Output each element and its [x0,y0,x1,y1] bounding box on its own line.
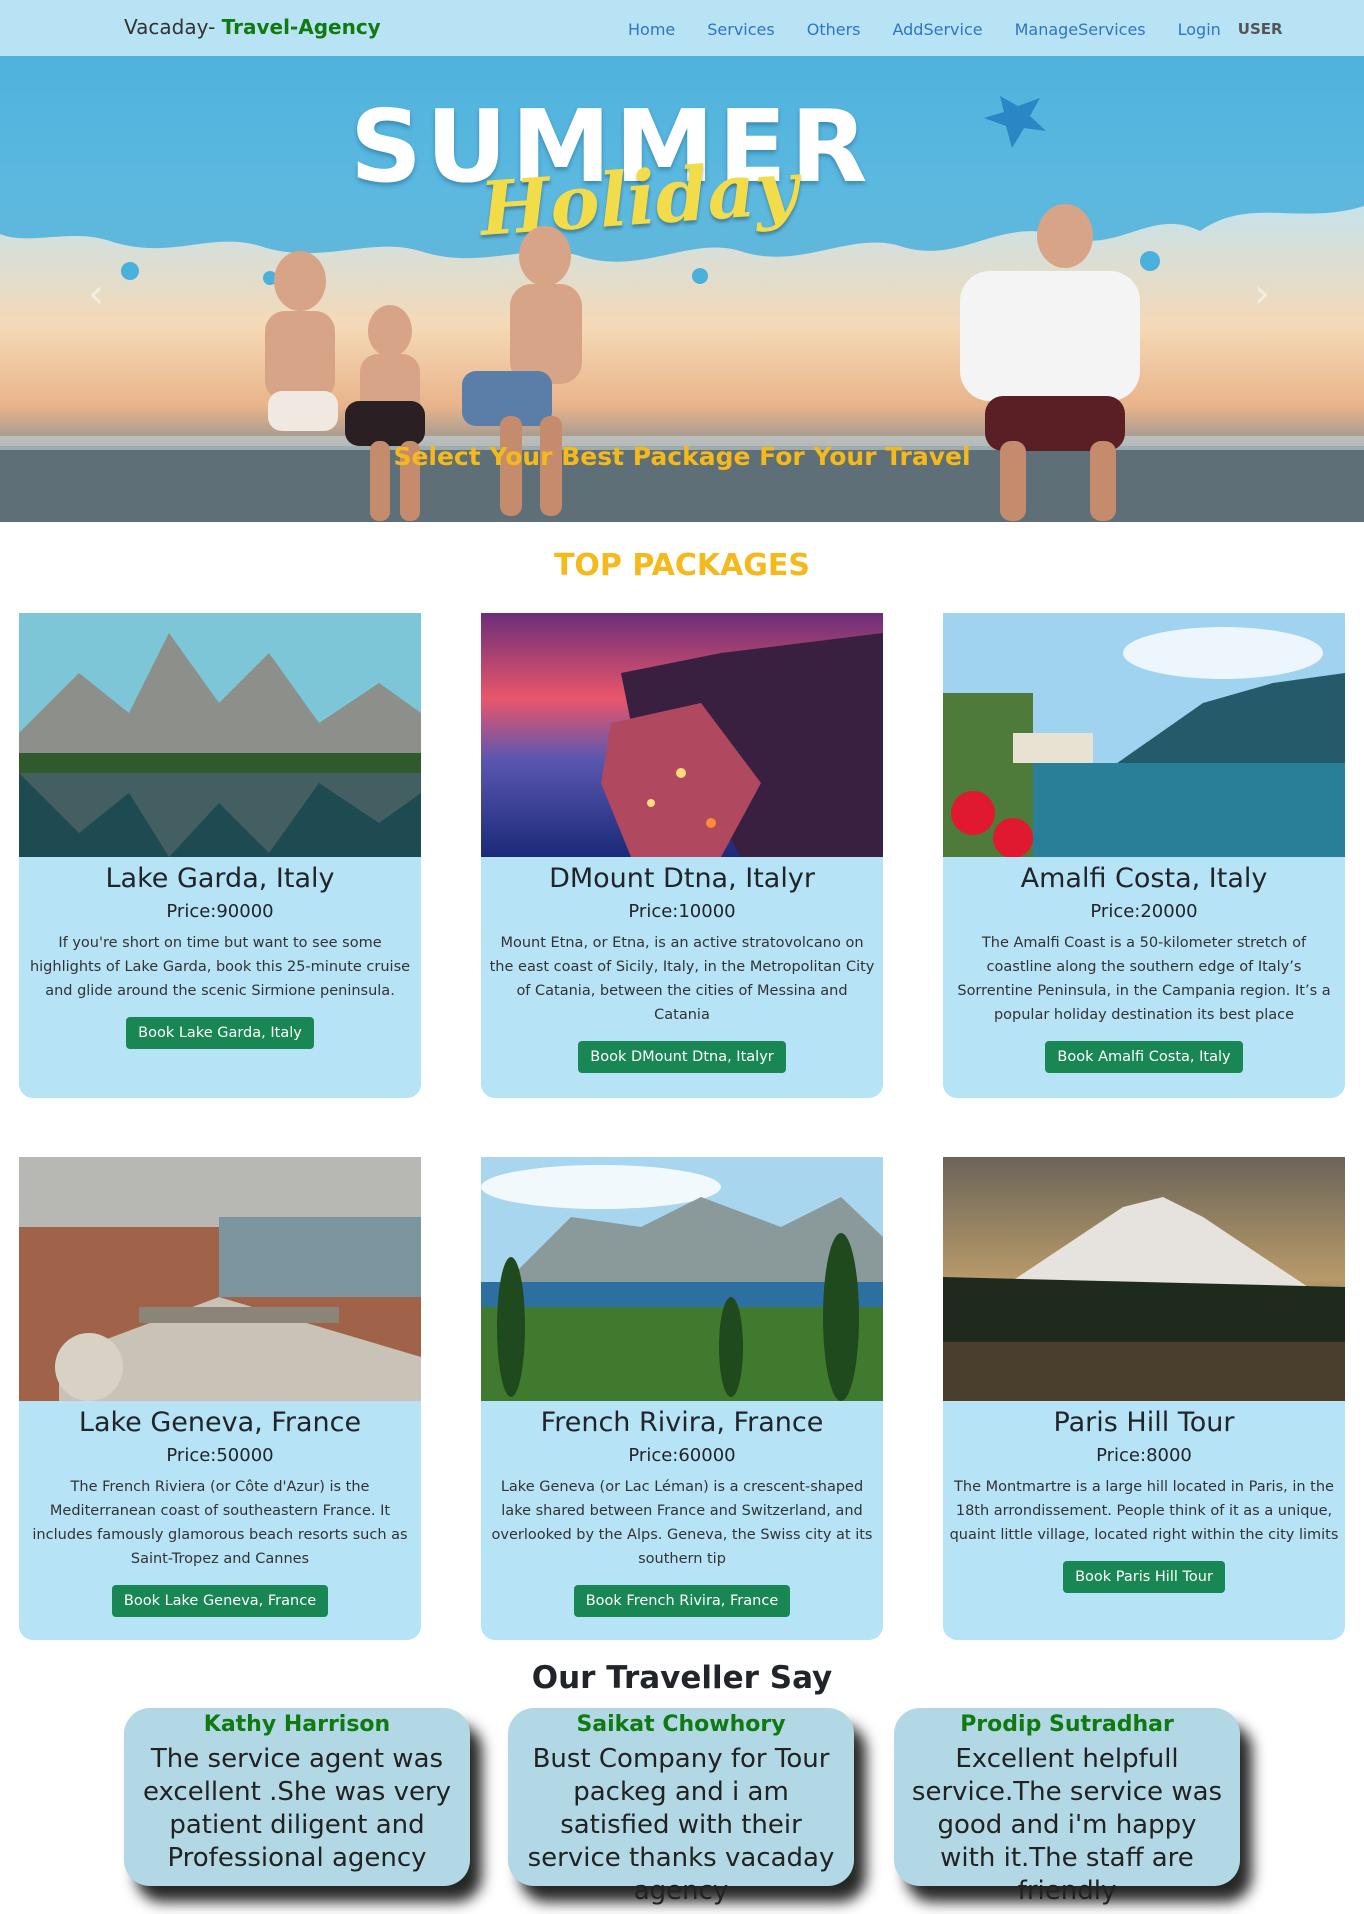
testimonial-author: Prodip Sutradhar [960,1712,1174,1737]
navbar: Vacaday- Travel-Agency Home Services Oth… [0,0,1364,56]
package-price: Price:60000 [628,1445,736,1466]
package-card: Paris Hill Tour Price:8000 The Montmartr… [943,1157,1345,1640]
package-card: Lake Geneva, France Price:50000 The Fren… [19,1157,421,1640]
package-description: Mount Etna, or Etna, is an active strato… [489,935,875,1023]
package-title: DMount Dtna, Italyr [549,863,815,894]
package-description: The Amalfi Coast is a 50-kilometer stret… [957,935,1331,1023]
brand-accent: Travel-Agency [221,15,381,39]
testimonial-author: Saikat Chowhory [576,1712,786,1737]
nav-links: Home Services Others AddService ManageSe… [628,18,1283,40]
package-price: Price:90000 [166,901,274,922]
package-image-lake-geneva [19,1157,421,1401]
nav-link-services[interactable]: Services [707,20,774,39]
testimonial-text: Excellent helpfull service.The service w… [911,1744,1223,1906]
package-image-mount-etna [481,613,883,857]
package-price: Price:20000 [1090,901,1198,922]
package-image-lake-garda [19,613,421,857]
nav-link-others[interactable]: Others [807,20,861,39]
testimonial-text: Bust Company for Tour packeg and i am sa… [527,1744,835,1906]
book-button[interactable]: Book DMount Dtna, Italyr [578,1041,786,1073]
package-price: Price:50000 [166,1445,274,1466]
package-card: French Rivira, France Price:60000 Lake G… [481,1157,883,1640]
book-button[interactable]: Book Lake Geneva, France [111,1585,329,1617]
package-title: French Rivira, France [540,1407,824,1438]
top-packages-title: TOP PACKAGES [553,548,811,583]
book-button[interactable]: Book Paris Hill Tour [1063,1561,1225,1593]
brand-logo[interactable]: Vacaday- Travel-Agency [124,15,381,39]
package-title: Lake Geneva, France [78,1407,362,1438]
book-button[interactable]: Book Lake Garda, Italy [126,1017,314,1049]
testimonial-card: Prodip Sutradhar Excellent helpfull serv… [894,1708,1240,1906]
package-image-amalfi [943,613,1345,857]
hero-carousel: SUMMER Holiday ‹ › Select Your Best Pack… [0,56,1364,522]
package-description: Lake Geneva (or Lac Léman) is a crescent… [491,1479,873,1567]
nav-link-add-service[interactable]: AddService [892,20,982,39]
testimonials-title: Our Traveller Say [531,1660,833,1696]
package-title: Paris Hill Tour [1053,1407,1235,1438]
book-button[interactable]: Book Amalfi Costa, Italy [1045,1041,1243,1073]
testimonial-card: Saikat Chowhory Bust Company for Tour pa… [508,1708,854,1906]
testimonial-card: Kathy Harrison The service agent was exc… [124,1708,470,1886]
package-title: Lake Garda, Italy [105,863,335,894]
brand-prefix: Vacaday- [124,15,216,39]
package-description: The Montmartre is a large hill located i… [949,1479,1339,1543]
package-price: Price:10000 [628,901,736,922]
book-button[interactable]: Book French Rivira, France [573,1585,791,1617]
package-card: DMount Dtna, Italyr Price:10000 Mount Et… [481,613,883,1098]
testimonial-author: Kathy Harrison [203,1712,391,1737]
nav-link-login[interactable]: Login [1178,20,1221,39]
chevron-left-icon[interactable]: ‹ [88,271,104,317]
package-card: Amalfi Costa, Italy Price:20000 The Amal… [943,613,1345,1098]
testimonial-text: The service agent was excellent .She was… [142,1744,452,1873]
package-price: Price:8000 [1096,1445,1192,1466]
nav-link-home[interactable]: Home [628,20,675,39]
chevron-right-icon[interactable]: › [1254,271,1270,317]
nav-link-manage-services[interactable]: ManageServices [1015,20,1146,39]
hero-caption: Select Your Best Package For Your Travel [393,442,971,471]
package-title: Amalfi Costa, Italy [1020,863,1268,894]
package-image-paris-hill [943,1157,1345,1401]
package-description: The French Riviera (or Côte d'Azur) is t… [32,1479,408,1567]
package-card: Lake Garda, Italy Price:90000 If you're … [19,613,421,1098]
package-image-french-rivira [481,1157,883,1401]
user-label: USER [1237,20,1283,38]
package-description: If you're short on time but want to see … [29,935,411,999]
